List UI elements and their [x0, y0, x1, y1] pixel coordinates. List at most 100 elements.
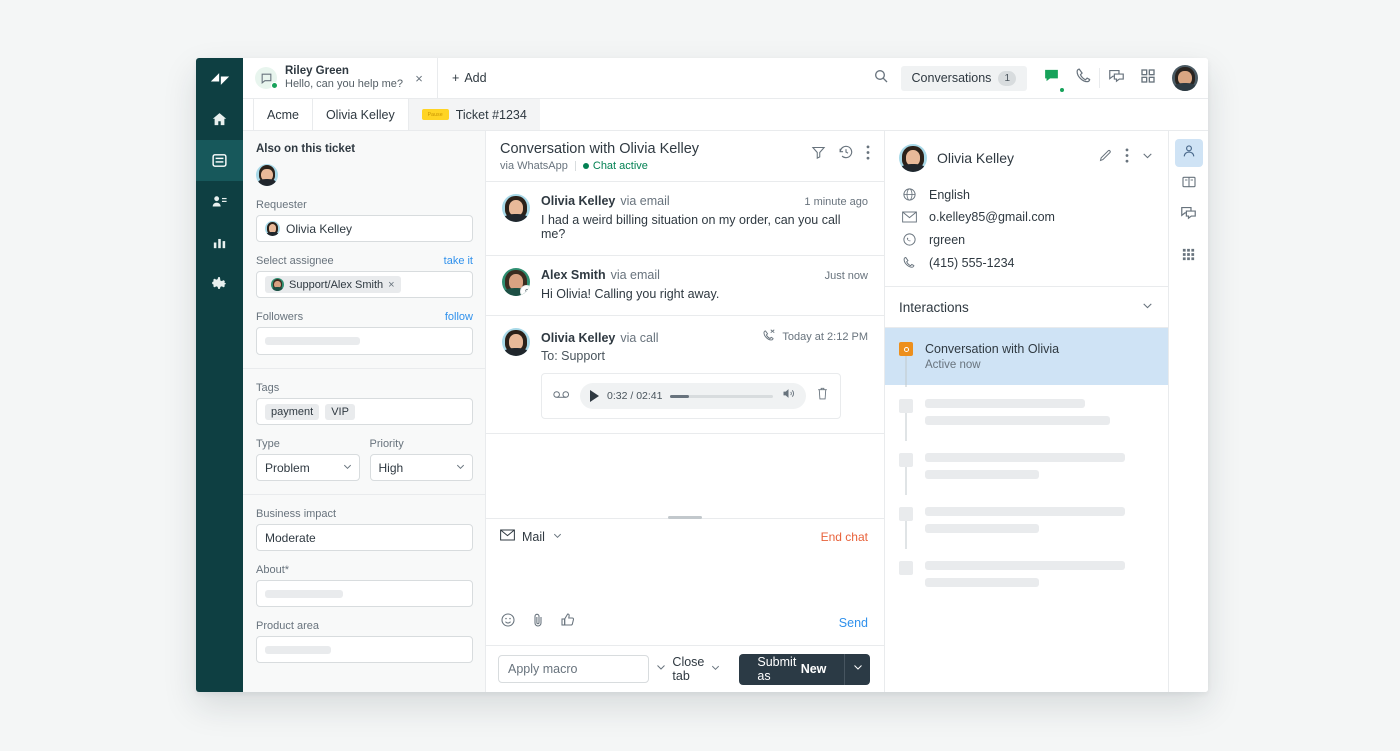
- mail-icon: [500, 529, 515, 544]
- breadcrumb-item-acme[interactable]: Acme: [253, 99, 313, 130]
- product-area-input[interactable]: [256, 636, 473, 663]
- channel-selector[interactable]: Mail: [500, 529, 563, 544]
- message-text: Hi Olivia! Calling you right away.: [541, 287, 720, 301]
- take-it-link[interactable]: take it: [444, 255, 473, 267]
- remove-assignee-icon[interactable]: ×: [388, 279, 394, 291]
- sidebar-divider-2: [243, 494, 485, 495]
- chevron-down-icon: [552, 530, 563, 544]
- sidebar-item-settings[interactable]: [196, 263, 243, 304]
- thumbs-up-icon[interactable]: [560, 612, 576, 633]
- submit-dropdown-toggle[interactable]: [844, 653, 870, 685]
- about-input[interactable]: [256, 580, 473, 607]
- composer-resize-handle[interactable]: [668, 516, 702, 519]
- sidebar-item-customers[interactable]: [196, 181, 243, 222]
- breadcrumb-item-ticket[interactable]: Pause Ticket #1234: [408, 99, 540, 130]
- submit-button[interactable]: Submit as New: [739, 653, 845, 685]
- ticket-tab-riley-green[interactable]: Riley Green Hello, can you help me? ×: [243, 58, 439, 98]
- breadcrumb: Acme Olivia Kelley Pause Ticket #1234: [243, 99, 1208, 131]
- audio-time: 0:32 / 02:41: [607, 390, 663, 402]
- business-impact-input[interactable]: Moderate: [256, 524, 473, 551]
- add-tab-button[interactable]: + Add: [438, 58, 501, 98]
- chat-button[interactable]: [1035, 58, 1067, 99]
- globe-icon: [901, 187, 917, 202]
- also-on-ticket-avatar[interactable]: [256, 164, 278, 186]
- audio-controls[interactable]: 0:32 / 02:41: [580, 383, 806, 409]
- more-vertical-icon[interactable]: [866, 144, 870, 165]
- followers-input[interactable]: [256, 327, 473, 355]
- send-button[interactable]: Send: [839, 616, 868, 630]
- macro-dropdown-toggle[interactable]: [649, 660, 673, 678]
- apply-macro-input[interactable]: Apply macro: [498, 655, 649, 683]
- end-chat-button[interactable]: End chat: [821, 530, 868, 544]
- messaging-button[interactable]: [1100, 58, 1132, 99]
- chevron-down-icon: [710, 662, 721, 676]
- customer-field-email[interactable]: o.kelley85@gmail.com: [899, 206, 1154, 228]
- submit-prefix: Submit as: [757, 655, 797, 683]
- breadcrumb-item-olivia-kelley[interactable]: Olivia Kelley: [313, 99, 409, 130]
- interaction-item-skeleton[interactable]: [885, 493, 1168, 549]
- right-rail-item-apps[interactable]: [1175, 243, 1203, 271]
- edit-pencil-icon[interactable]: [1098, 148, 1113, 168]
- agent-avatar[interactable]: [1172, 65, 1198, 91]
- tab-close-icon[interactable]: ×: [411, 71, 427, 86]
- composer-textarea[interactable]: [486, 550, 884, 612]
- customer-email: o.kelley85@gmail.com: [929, 210, 1055, 224]
- message-channel: via email: [610, 268, 660, 282]
- emoji-icon[interactable]: [500, 612, 516, 633]
- right-rail-item-user[interactable]: [1174, 139, 1203, 167]
- customer-name: Olivia Kelley: [937, 150, 1015, 166]
- tag-vip[interactable]: VIP: [325, 403, 355, 420]
- attachment-icon[interactable]: [531, 612, 545, 633]
- priority-select[interactable]: High: [369, 454, 473, 481]
- assignee-token[interactable]: Support/Alex Smith ×: [265, 276, 401, 293]
- interaction-marker-icon: [899, 399, 913, 413]
- assignee-input[interactable]: Support/Alex Smith ×: [256, 271, 473, 298]
- right-rail-item-knowledge[interactable]: [1175, 170, 1203, 198]
- history-icon[interactable]: [838, 144, 854, 165]
- apps-grid-button[interactable]: [1132, 58, 1164, 99]
- follow-link[interactable]: follow: [445, 311, 473, 323]
- assignee-token-label: Support/Alex Smith: [289, 278, 384, 291]
- timeline-connector: [905, 356, 907, 387]
- interaction-item-skeleton[interactable]: [885, 385, 1168, 441]
- type-select[interactable]: Problem: [256, 454, 360, 481]
- interaction-marker-icon: [899, 561, 913, 575]
- chevron-down-icon[interactable]: [1141, 299, 1154, 315]
- tags-input[interactable]: payment VIP: [256, 398, 473, 425]
- search-button[interactable]: [865, 58, 897, 99]
- audio-scrubber[interactable]: [670, 394, 773, 398]
- customers-icon: [211, 193, 228, 210]
- voicemail-player: 0:32 / 02:41: [541, 373, 841, 419]
- chevron-down-icon[interactable]: [1141, 149, 1154, 167]
- play-icon[interactable]: [590, 390, 599, 402]
- conversations-pill[interactable]: Conversations 1: [900, 65, 1027, 91]
- trash-icon[interactable]: [816, 386, 829, 406]
- customer-header: Olivia Kelley English o.kelley85@gmail.c…: [885, 131, 1168, 287]
- sidebar-item-home[interactable]: [196, 99, 243, 140]
- interaction-item-active[interactable]: Conversation with Olivia Active now: [885, 328, 1168, 387]
- close-tab-button[interactable]: Close tab: [672, 655, 721, 683]
- right-rail-item-messaging[interactable]: [1175, 201, 1203, 229]
- message-channel: via email: [620, 194, 670, 208]
- customer-field-whatsapp[interactable]: rgreen: [899, 228, 1154, 251]
- volume-icon[interactable]: [781, 386, 796, 406]
- sidebar-item-views[interactable]: [196, 140, 243, 181]
- tags-field: Tags payment VIP: [256, 382, 473, 425]
- message-item: Alex Smith via email Just now Hi Olivia!…: [486, 256, 884, 316]
- requester-input[interactable]: Olivia Kelley: [256, 215, 473, 242]
- interaction-item-skeleton[interactable]: [885, 547, 1168, 601]
- interaction-item-skeleton[interactable]: [885, 439, 1168, 495]
- more-vertical-icon[interactable]: [1125, 148, 1129, 168]
- customer-field-phone[interactable]: (415) 555-1234: [899, 251, 1154, 274]
- submit-state: New: [800, 662, 827, 676]
- requester-value: Olivia Kelley: [286, 221, 353, 236]
- close-tab-label: Close tab: [672, 655, 705, 683]
- tag-payment[interactable]: payment: [265, 403, 320, 420]
- filter-icon[interactable]: [811, 145, 826, 165]
- interactions-timeline: Conversation with Olivia Active now: [885, 328, 1168, 692]
- sidebar-item-reporting[interactable]: [196, 222, 243, 263]
- requester-avatar: [265, 221, 280, 236]
- home-icon: [211, 111, 228, 128]
- phone-button[interactable]: [1067, 58, 1099, 99]
- main-area: Riley Green Hello, can you help me? × + …: [243, 58, 1208, 692]
